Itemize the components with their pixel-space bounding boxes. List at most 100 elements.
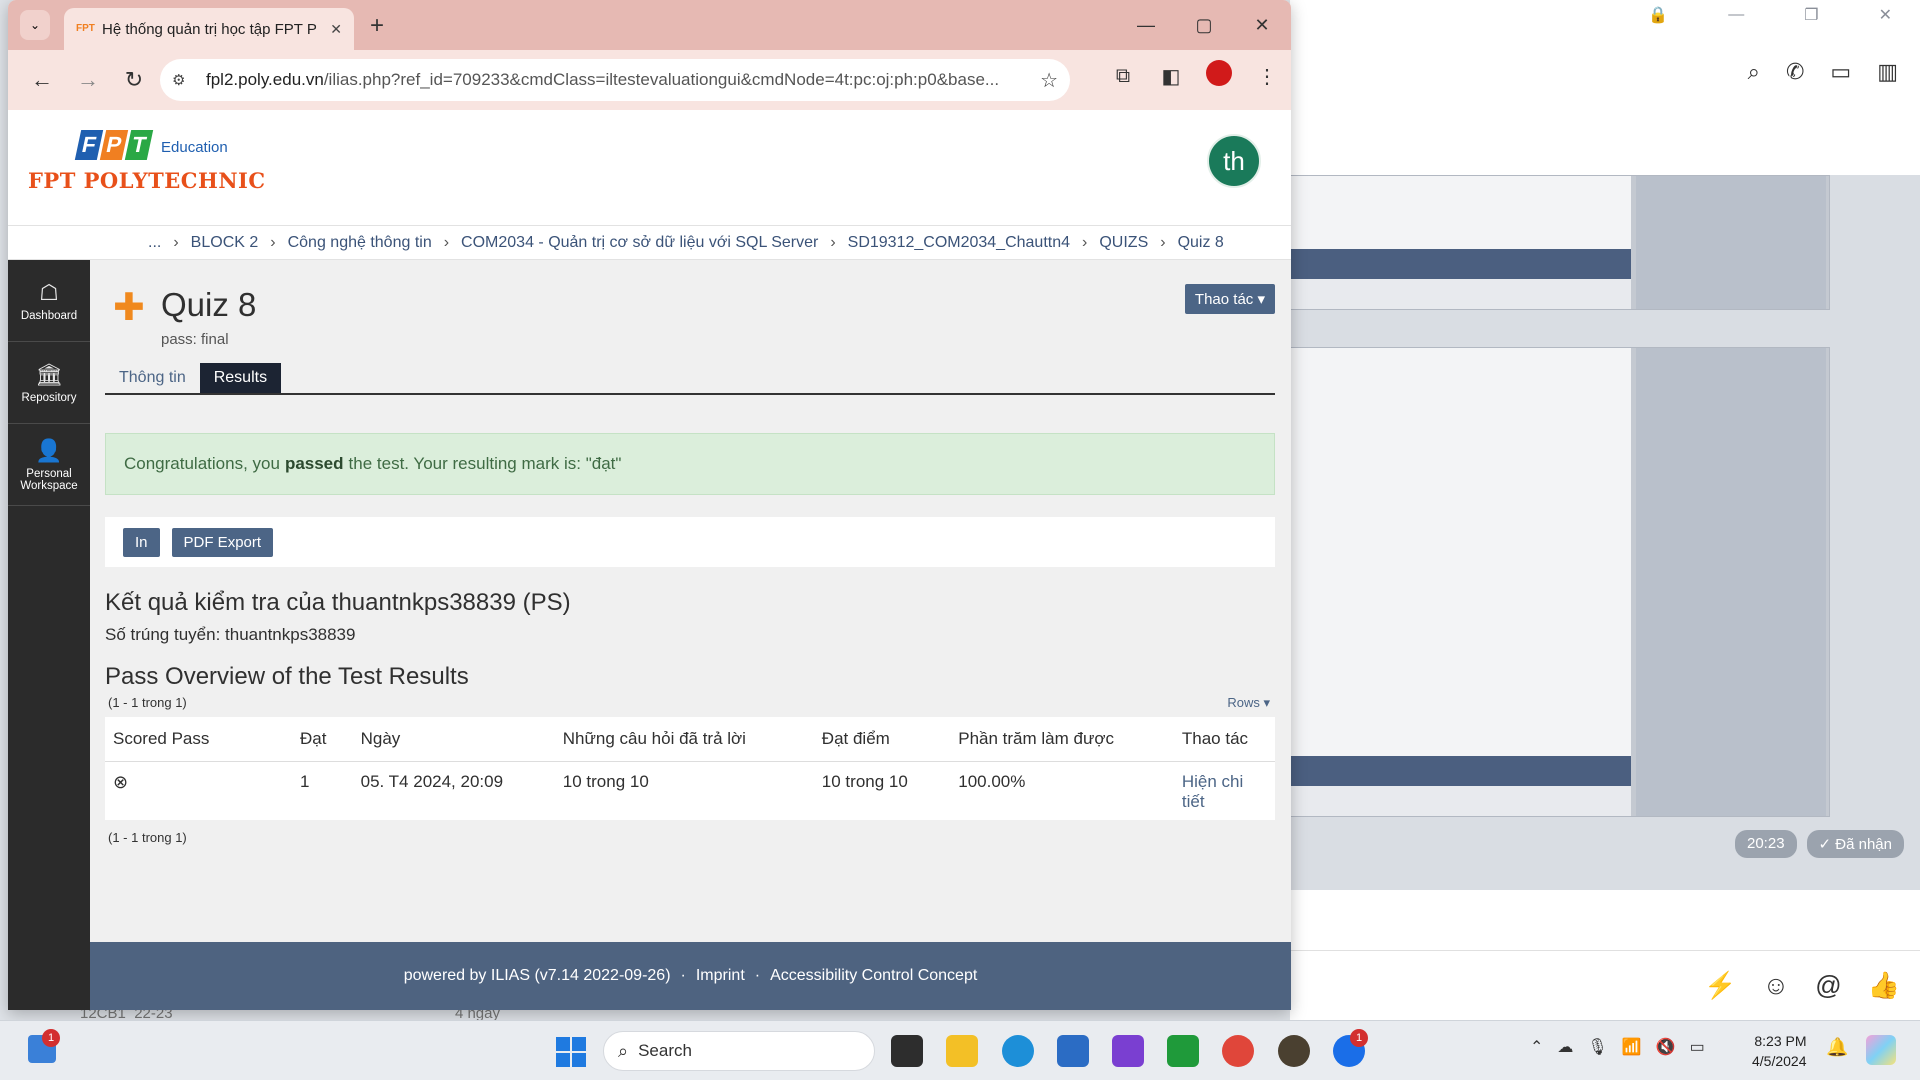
close-icon[interactable]: ✕	[1879, 5, 1892, 25]
fpt-polytechnic-logo[interactable]: FPT Education FPT POLYTECHNIC	[28, 130, 266, 193]
row-count: (1 - 1 trong 1)	[108, 830, 187, 845]
breadcrumb-item[interactable]: SD19312_COM2034_Chauttn4	[848, 234, 1070, 252]
phone-icon[interactable]: ✆	[1786, 59, 1804, 85]
tab-search-button[interactable]: ⌄	[20, 10, 50, 40]
bg-chat-toolbar: ⌕ ✆ ▭ ▥	[1290, 52, 1920, 92]
app-icon[interactable]	[1112, 1035, 1144, 1067]
main-sidebar: ☖ Dashboard 🏛 Repository 👤 Personal Work…	[8, 260, 90, 1010]
speaker-muted-icon[interactable]: 🔇	[1656, 1037, 1676, 1057]
imprint-link[interactable]: Imprint	[696, 967, 745, 985]
breadcrumb-item[interactable]: BLOCK 2	[191, 234, 259, 252]
wifi-icon[interactable]: 📶	[1622, 1037, 1642, 1057]
copilot-icon[interactable]	[1866, 1035, 1896, 1065]
forward-button[interactable]: →	[66, 58, 110, 102]
video-icon[interactable]: ▭	[1830, 59, 1851, 85]
chrome-icon[interactable]	[1222, 1035, 1254, 1067]
actions-dropdown-button[interactable]: Thao tác ▾	[1184, 284, 1275, 314]
address-bar[interactable]: ⚙ fpl2.poly.edu.vn/ilias.php?ref_id=7092…	[160, 59, 1070, 101]
web-page: FPT Education FPT POLYTECHNIC th ... › BL…	[8, 110, 1291, 1010]
microphone-icon[interactable]: 🎙	[1587, 1037, 1607, 1057]
tab-results[interactable]: Results	[199, 363, 282, 393]
chevron-right-icon: ›	[173, 233, 179, 251]
taskbar-clock[interactable]: 8:23 PM 4/5/2024	[1752, 1031, 1807, 1071]
accessibility-link[interactable]: Accessibility Control Concept	[770, 967, 977, 985]
bg-received: ✓ Đã nhận	[1806, 830, 1904, 858]
tab-close-icon[interactable]: ✕	[330, 21, 342, 38]
user-avatar[interactable]: th	[1207, 134, 1261, 188]
battery-icon[interactable]: ▭	[1690, 1037, 1705, 1057]
task-view-icon[interactable]	[891, 1035, 923, 1067]
taskbar: 1 ⌕ Search 1 ⌃ ☁ 🎙 📶 🔇 ▭ 8:23 PM 4/5/202…	[0, 1020, 1920, 1080]
logo-education-text: Education	[161, 139, 228, 156]
file-explorer-icon[interactable]	[946, 1035, 978, 1067]
quick-message-icon[interactable]: ⚡	[1704, 970, 1736, 1001]
xbox-icon[interactable]	[1167, 1035, 1199, 1067]
extensions-icon[interactable]: ⧉	[1109, 65, 1137, 88]
bg-screenshot-message[interactable]	[1290, 347, 1830, 817]
bg-window-controls: 🔒 — ❐ ✕	[1290, 0, 1920, 30]
edge-icon[interactable]	[1002, 1035, 1034, 1067]
side-panel-icon[interactable]: ◧	[1157, 64, 1185, 89]
search-icon[interactable]: ⌕	[1748, 59, 1760, 85]
print-button[interactable]: In	[123, 527, 160, 557]
maximize-button[interactable]: ▢	[1175, 0, 1233, 50]
sidebar-item-repository[interactable]: 🏛 Repository	[8, 342, 90, 424]
chevron-right-icon: ›	[1160, 233, 1166, 251]
page-footer: powered by ILIAS (v7.14 2022-09-26) · Im…	[90, 942, 1291, 1010]
search-icon: ⌕	[618, 1040, 629, 1061]
column-header[interactable]: Đạt	[291, 717, 353, 762]
column-header[interactable]: Scored Pass	[105, 717, 292, 762]
profile-icon[interactable]	[1205, 60, 1233, 92]
panel-icon[interactable]: ▥	[1877, 59, 1898, 85]
thumbs-up-icon[interactable]: 👍	[1868, 970, 1900, 1001]
breadcrumb-item[interactable]: Quiz 8	[1178, 234, 1224, 252]
restore-icon[interactable]: ❐	[1804, 5, 1818, 25]
browser-tab-active[interactable]: FPT Hệ thống quản trị học tập FPT P ✕	[64, 8, 354, 50]
lock-icon[interactable]: 🔒	[1648, 5, 1668, 25]
clock-date: 4/5/2024	[1752, 1053, 1807, 1069]
puzzle-icon: ✚	[113, 287, 145, 329]
emoji-icon[interactable]: ☺	[1763, 970, 1790, 1001]
chevron-up-icon[interactable]: ⌃	[1530, 1037, 1543, 1057]
new-tab-button[interactable]: +	[370, 12, 384, 40]
column-header[interactable]: Đạt điểm	[813, 717, 951, 762]
breadcrumb-item[interactable]: ...	[148, 234, 161, 252]
breadcrumb-item[interactable]: Công nghệ thông tin	[288, 234, 432, 252]
column-header[interactable]: Ngày	[352, 717, 555, 762]
bookmark-star-icon[interactable]: ☆	[1040, 68, 1058, 93]
rows-dropdown[interactable]: Rows ▾	[1227, 695, 1270, 711]
back-button[interactable]: ←	[20, 58, 64, 102]
bg-screenshot-message[interactable]	[1290, 175, 1830, 310]
menu-kebab-icon[interactable]: ⋮	[1253, 64, 1281, 89]
table-cell: 10 trong 10	[562, 772, 649, 791]
reload-button[interactable]: ↻	[112, 58, 156, 102]
mention-icon[interactable]: @	[1815, 970, 1841, 1001]
tab-info[interactable]: Thông tin	[105, 363, 200, 393]
show-details-link[interactable]: Hiện chi tiết	[1174, 762, 1275, 821]
bg-chat-messages: 20:23 ✓ Đã nhận	[1290, 175, 1920, 890]
taskbar-search[interactable]: ⌕ Search	[603, 1031, 875, 1071]
sidebar-item-personal-workspace[interactable]: 👤 Personal Workspace	[8, 424, 90, 506]
breadcrumb-item[interactable]: QUIZS	[1099, 234, 1148, 252]
search-placeholder: Search	[638, 1041, 692, 1060]
close-window-button[interactable]: ✕	[1233, 0, 1291, 50]
table-cell: 10 trong 10	[821, 772, 908, 791]
sidebar-item-dashboard[interactable]: ☖ Dashboard	[8, 260, 90, 342]
store-icon[interactable]	[1057, 1035, 1089, 1067]
tab-bar: Thông tin Results	[105, 363, 1275, 395]
minimize-icon[interactable]: —	[1728, 6, 1744, 24]
minimize-button[interactable]: —	[1117, 0, 1175, 50]
column-header[interactable]: Những câu hỏi đã trả lời	[554, 717, 814, 762]
cloud-icon[interactable]: ☁	[1557, 1037, 1573, 1057]
table-controls: (1 - 1 trong 1) Rows ▾	[105, 695, 1275, 713]
game-icon[interactable]	[1278, 1035, 1310, 1067]
matriculation-text: Số trúng tuyển: thuantnkps38839	[105, 625, 356, 644]
column-header[interactable]: Phần trăm làm được	[950, 717, 1174, 762]
start-button[interactable]	[556, 1037, 586, 1067]
site-info-icon[interactable]: ⚙	[172, 71, 194, 89]
breadcrumb-item[interactable]: COM2034 - Quản trị cơ sở dữ liệu với SQL…	[461, 234, 818, 252]
notification-bell-icon[interactable]: 🔔	[1826, 1037, 1848, 1058]
pdf-export-button[interactable]: PDF Export	[171, 527, 274, 557]
url-text[interactable]: fpl2.poly.edu.vn/ilias.php?ref_id=709233…	[206, 70, 1030, 90]
result-heading: Kết quả kiểm tra của thuantnkps38839 (PS…	[105, 589, 571, 616]
